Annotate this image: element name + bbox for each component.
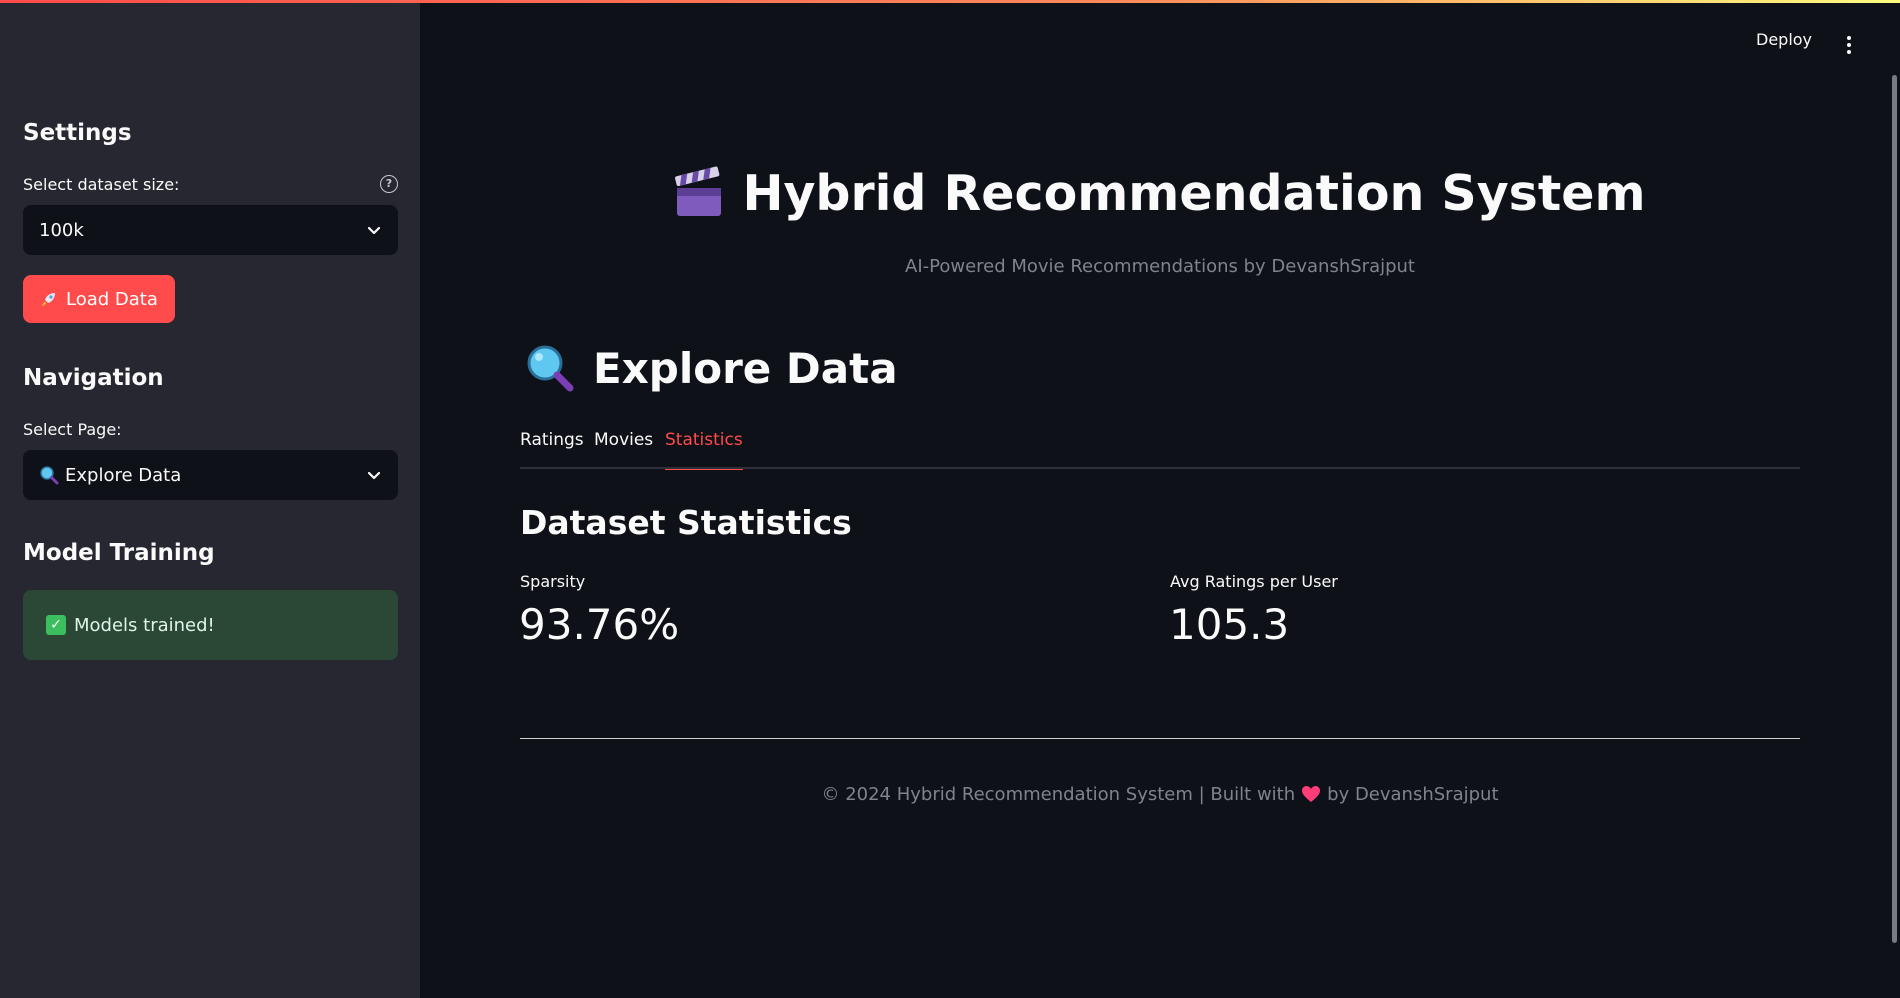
dataset-size-value: 100k (39, 219, 84, 241)
load-data-label: Load Data (66, 288, 158, 310)
heart-icon (1302, 786, 1321, 802)
magnifier-icon (40, 466, 59, 485)
chevron-down-icon (367, 471, 381, 480)
footer-suffix: by DevanshSrajput (1327, 784, 1499, 805)
page-title-text: Hybrid Recommendation System (742, 165, 1646, 222)
sidebar: Settings Select dataset size: ? 100k Loa… (0, 0, 420, 998)
clapper-board-icon (675, 166, 722, 216)
footer-prefix: © 2024 Hybrid Recommendation System | Bu… (821, 784, 1296, 805)
magnifier-icon (527, 345, 574, 392)
question-circle-icon[interactable]: ? (380, 175, 398, 193)
models-trained-text: Models trained! (74, 614, 215, 636)
page-title: Hybrid Recommendation System (520, 165, 1800, 222)
chevron-down-icon (367, 226, 381, 235)
metric-value-sparsity: 93.76% (519, 600, 680, 649)
top-accent-bar (0, 0, 1900, 3)
scrollbar[interactable] (1892, 75, 1897, 943)
metric-label-avg-ratings: Avg Ratings per User (1170, 572, 1338, 591)
metric-value-avg-ratings: 105.3 (1169, 600, 1290, 649)
load-data-button[interactable]: Load Data (23, 275, 175, 323)
dataset-size-label-row: Select dataset size: ? (23, 175, 398, 195)
select-page-label: Select Page: (23, 420, 122, 439)
models-trained-alert: ✓ Models trained! (23, 590, 398, 660)
kebab-menu-icon[interactable] (1846, 36, 1852, 56)
metric-label-sparsity: Sparsity (520, 572, 586, 591)
dataset-size-select[interactable]: 100k (23, 205, 398, 255)
deploy-button[interactable]: Deploy (1756, 30, 1812, 49)
rocket-icon (42, 293, 55, 306)
navigation-heading: Navigation (23, 365, 164, 391)
check-icon: ✓ (46, 615, 66, 635)
section-title: Explore Data (525, 343, 898, 393)
page-select[interactable]: Explore Data (23, 450, 398, 500)
tab-bar-divider (520, 467, 1800, 469)
stats-heading: Dataset Statistics (520, 503, 852, 542)
tab-statistics[interactable]: Statistics (665, 430, 743, 470)
page-select-value: Explore Data (65, 464, 182, 486)
footer: © 2024 Hybrid Recommendation System | Bu… (520, 784, 1800, 805)
page-select-value-wrap: Explore Data (39, 465, 181, 486)
footer-divider (520, 738, 1800, 739)
tab-bar: Ratings Movies Statistics (520, 430, 1800, 470)
section-title-text: Explore Data (593, 343, 898, 393)
tab-ratings[interactable]: Ratings (520, 430, 584, 470)
model-training-heading: Model Training (23, 540, 215, 566)
page-subtitle: AI-Powered Movie Recommendations by Deva… (905, 256, 1415, 277)
dataset-size-label: Select dataset size: (23, 175, 180, 194)
tab-movies[interactable]: Movies (594, 430, 653, 470)
settings-heading: Settings (23, 120, 132, 146)
